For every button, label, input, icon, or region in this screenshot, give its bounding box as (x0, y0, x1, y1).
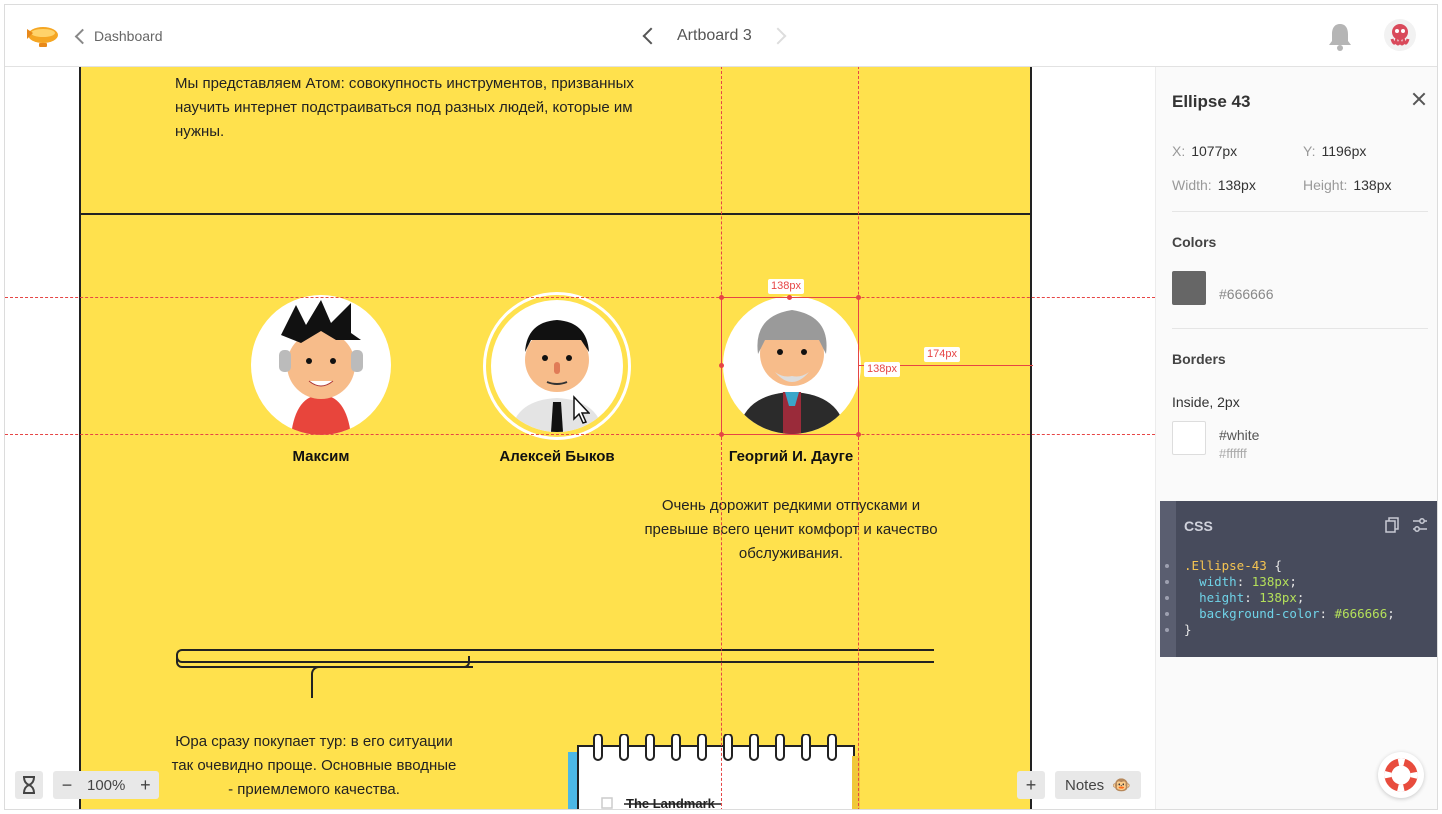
css-code[interactable]: .Ellipse-43 { width: 138px; height: 138p… (1184, 558, 1395, 638)
bottom-text: Юра сразу покупает тур: в его ситуации т… (171, 733, 457, 798)
back-to-dashboard-link[interactable]: Dashboard (74, 25, 163, 47)
width-measure: 138px (768, 279, 804, 294)
distance-measure: 174px (924, 347, 960, 362)
notes-controls: + Notes 🐵 (1017, 771, 1141, 799)
decor-line (311, 666, 473, 698)
resize-handle[interactable] (856, 432, 861, 437)
settings-sliders-icon[interactable] (1412, 517, 1428, 533)
lifebuoy-icon (1384, 758, 1418, 792)
colors-heading: Colors (1172, 234, 1217, 250)
css-heading: CSS (1184, 518, 1213, 534)
borders-heading: Borders (1172, 351, 1226, 367)
guide-line (5, 297, 1155, 298)
plus-icon: + (1025, 774, 1037, 795)
person-name: Максим (292, 448, 350, 465)
chevron-right-icon (769, 27, 787, 45)
artboard-navigator: Artboard 3 (635, 21, 794, 51)
x-position: X: 1077px (1172, 143, 1238, 159)
chevron-left-icon (642, 27, 659, 45)
help-button[interactable] (1378, 752, 1424, 798)
width-value: Width: 138px (1172, 177, 1256, 193)
top-bar: Dashboard Artboard 3 (5, 5, 1437, 67)
resize-handle[interactable] (719, 363, 724, 368)
guide-line (858, 66, 859, 809)
back-link-label: Dashboard (94, 28, 163, 44)
section-divider (81, 213, 1030, 215)
guide-line (5, 434, 1155, 435)
plus-icon: + (140, 774, 151, 795)
zoom-level: 100% (87, 776, 126, 794)
divider (1172, 211, 1428, 212)
border-description: Inside, 2px (1172, 394, 1240, 410)
previous-artboard-button[interactable] (635, 21, 661, 51)
mouse-cursor-icon (573, 395, 590, 424)
artboard-title: Artboard 3 (677, 27, 752, 44)
quote-text: Очень дорожит редкими отпусками и превыш… (644, 497, 938, 562)
guide-line (721, 66, 722, 809)
code-gutter-dots (1165, 564, 1169, 644)
next-artboard-button[interactable] (768, 21, 794, 51)
resize-handle[interactable] (719, 432, 724, 437)
zeppelin-logo-icon[interactable] (23, 19, 61, 53)
close-icon[interactable] (1410, 90, 1428, 108)
user-avatar-icon[interactable] (1384, 19, 1416, 51)
hourglass-icon (23, 776, 35, 794)
app-window: Dashboard Artboard 3 Мы представляем Ато… (4, 4, 1438, 810)
chevron-left-icon (74, 28, 91, 45)
artboard: Мы представляем Атом: совокупность инстр… (79, 66, 1032, 810)
avatar-maxim[interactable] (251, 295, 391, 435)
history-button[interactable] (15, 771, 43, 799)
divider (1172, 328, 1428, 329)
resize-handle[interactable] (787, 295, 792, 300)
notebook-title: The Landmark (626, 796, 716, 810)
zoom-in-button[interactable]: + (131, 771, 159, 799)
fill-color-value[interactable]: #666666 (1219, 286, 1274, 302)
monkey-icon: 🐵 (1112, 777, 1131, 794)
zoom-out-button[interactable]: − (53, 771, 81, 799)
inspector-panel: Ellipse 43 X: 1077px Y: 1196px Width: 138px… (1155, 66, 1437, 809)
person-name: Алексей Быков (499, 448, 615, 465)
zoom-controls: − 100% + (15, 771, 160, 799)
person-name: Георгий И. Дауге (728, 448, 854, 465)
border-color-hex[interactable]: #ffffff (1219, 446, 1247, 461)
resize-handle[interactable] (856, 295, 861, 300)
zoom-group: − 100% + (53, 771, 160, 799)
border-color-swatch[interactable] (1172, 421, 1206, 455)
height-measure: 138px (864, 362, 900, 377)
notes-label: Notes (1065, 776, 1105, 794)
resize-handle[interactable] (719, 295, 724, 300)
minus-icon: − (61, 774, 73, 795)
notes-button[interactable]: Notes 🐵 (1055, 771, 1141, 799)
add-note-button[interactable]: + (1017, 771, 1045, 799)
intro-text: Мы представляем Атом: совокупность инстр… (175, 75, 634, 140)
selection-box[interactable] (721, 297, 859, 435)
copy-icon[interactable] (1384, 517, 1400, 533)
y-position: Y: 1196px (1303, 143, 1367, 159)
border-color-name[interactable]: #white (1219, 427, 1259, 443)
avatar-alexey[interactable] (483, 292, 631, 440)
design-canvas[interactable]: Мы представляем Атом: совокупность инстр… (5, 66, 1155, 810)
layer-name: Ellipse 43 (1172, 92, 1251, 111)
bell-icon[interactable] (1325, 21, 1355, 53)
css-code-panel: CSS .Ellipse-43 { width: 138px; height: … (1160, 501, 1437, 657)
fill-color-swatch[interactable] (1172, 271, 1206, 305)
height-value: Height: 138px (1303, 177, 1392, 193)
notebook-illustration: The Landmark (566, 733, 861, 810)
